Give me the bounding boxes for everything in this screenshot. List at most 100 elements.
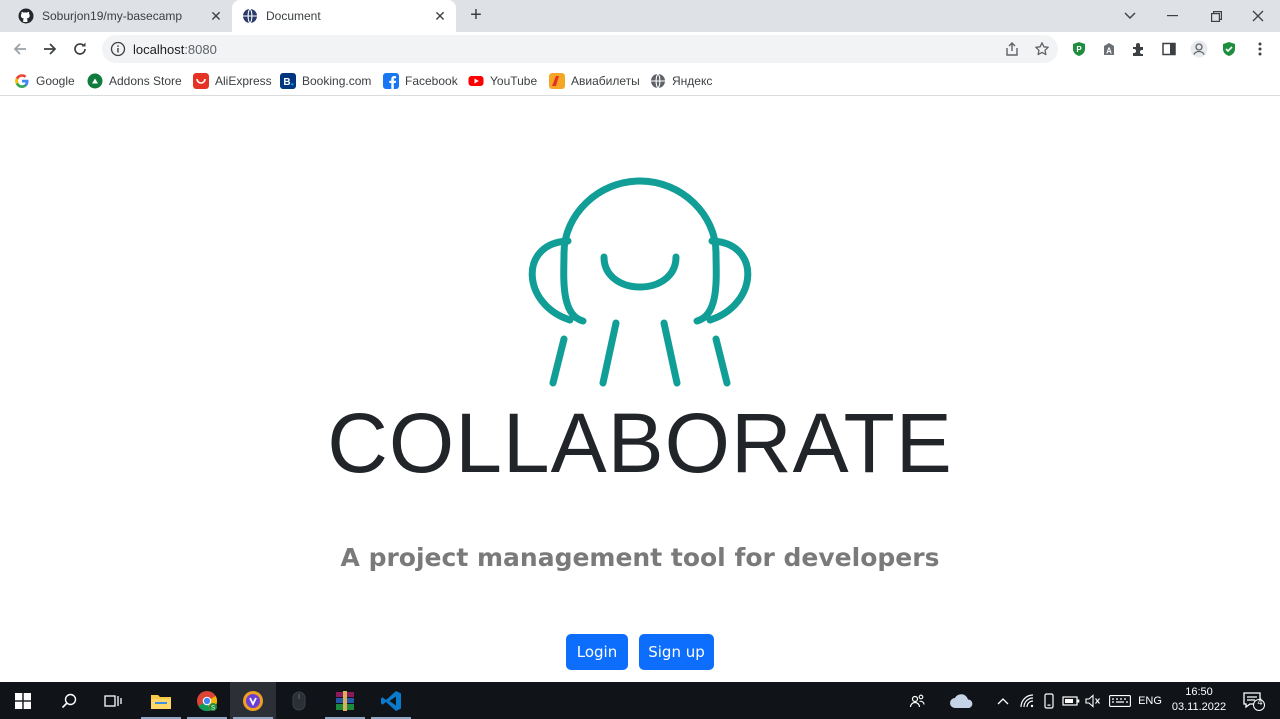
touch-keyboard-button[interactable]: [1106, 682, 1134, 719]
bookmark-youtube[interactable]: YouTube: [468, 71, 537, 91]
addons-store-icon: [87, 73, 103, 89]
tab-document[interactable]: Document ✕: [232, 0, 456, 32]
bookmark-addons-store[interactable]: Addons Store: [87, 71, 182, 91]
volume-muted-icon: [1085, 693, 1100, 708]
github-icon: [18, 8, 34, 24]
people-icon: [909, 694, 925, 707]
bookmark-label: Addons Store: [109, 74, 182, 88]
bookmark-label: AliExpress: [215, 74, 272, 88]
folder-icon: [151, 694, 171, 709]
action-center-button[interactable]: 4: [1236, 682, 1272, 719]
profile-avatar-icon[interactable]: [1190, 40, 1208, 58]
restore-button[interactable]: [1194, 0, 1238, 32]
bookmarks-bar: Google Addons Store AliExpress B Booking…: [0, 66, 1280, 96]
puzzle-extensions-icon[interactable]: [1131, 41, 1147, 57]
new-tab-button[interactable]: +: [466, 5, 486, 26]
taskbar-file-explorer[interactable]: [138, 682, 184, 719]
forward-button[interactable]: [38, 38, 62, 60]
shield-extension-icon[interactable]: P: [1071, 41, 1087, 57]
show-hidden-icons-button[interactable]: [994, 682, 1012, 719]
globe-icon: [651, 73, 665, 89]
system-clock[interactable]: 16:50 03.11.2022: [1166, 685, 1232, 717]
security-shield-icon[interactable]: [1221, 41, 1237, 57]
notification-count: 4: [1257, 697, 1263, 707]
menu-kebab-icon[interactable]: [1252, 41, 1268, 57]
svg-text:S: S: [211, 705, 215, 711]
close-tab-icon[interactable]: ✕: [432, 8, 448, 24]
bookmark-aliexpress[interactable]: AliExpress: [193, 71, 272, 91]
svg-text:B: B: [283, 77, 290, 88]
language-indicator[interactable]: ENG: [1136, 682, 1164, 719]
bookmark-label: Facebook: [405, 74, 458, 88]
bookmark-label: Авиабилеты: [571, 74, 640, 88]
arrow-right-icon: [44, 43, 57, 55]
task-view-button[interactable]: [90, 682, 136, 719]
side-panel-icon[interactable]: [1161, 41, 1177, 57]
svg-text:P: P: [1076, 45, 1082, 54]
onedrive-button[interactable]: [946, 682, 978, 719]
back-button[interactable]: [8, 38, 32, 60]
aliexpress-icon: [193, 73, 209, 89]
url-host: localhost: [133, 42, 185, 57]
tab-my-basecamp[interactable]: Soburjon19/my-basecamp ✕: [8, 0, 232, 32]
taskbar-chrome[interactable]: S: [184, 682, 230, 719]
bookmark-yandex[interactable]: Яндекс: [650, 71, 712, 91]
search-icon: [61, 693, 77, 708]
url-port: :8080: [184, 42, 217, 57]
device-button[interactable]: [1040, 682, 1058, 719]
tab-title: Soburjon19/my-basecamp: [42, 9, 183, 23]
winrar-icon: [336, 690, 354, 711]
task-view-icon: [104, 694, 122, 707]
chevron-down-icon: [1124, 12, 1136, 19]
volume-button[interactable]: [1083, 682, 1103, 719]
browser-app-icon: [243, 690, 263, 711]
bookmark-booking[interactable]: B Booking.com: [280, 71, 371, 91]
cloud-icon: [950, 693, 973, 708]
bookmark-label: Яндекс: [672, 74, 713, 88]
wifi-icon: [1020, 693, 1034, 707]
facebook-icon: [383, 73, 399, 89]
arrow-left-icon: [13, 43, 26, 55]
bookmark-label: Booking.com: [302, 74, 372, 88]
bookmark-label: Google: [36, 74, 75, 88]
keyboard-icon: [1109, 694, 1131, 707]
share-icon[interactable]: [1004, 41, 1020, 57]
address-bar[interactable]: localhost:8080: [102, 35, 1058, 63]
start-button[interactable]: [0, 682, 46, 719]
bookmark-google[interactable]: Google: [14, 71, 75, 91]
taskbar-browser-active[interactable]: [230, 682, 276, 719]
translate-extension-icon[interactable]: A: [1101, 41, 1117, 57]
login-button[interactable]: Login: [566, 634, 628, 670]
svg-text:A: A: [1106, 47, 1112, 56]
phone-icon: [1044, 692, 1054, 709]
star-icon[interactable]: [1034, 41, 1050, 57]
info-icon[interactable]: [110, 41, 126, 57]
network-button[interactable]: [1018, 682, 1036, 719]
signup-button[interactable]: Sign up: [639, 634, 714, 670]
battery-button[interactable]: [1061, 682, 1081, 719]
vscode-icon: [381, 690, 401, 711]
minimize-button[interactable]: [1150, 0, 1194, 32]
reload-button[interactable]: [68, 38, 92, 60]
aviasales-icon: [549, 73, 565, 89]
taskbar-mouse-app[interactable]: [276, 682, 322, 719]
search-button[interactable]: [46, 682, 92, 719]
battery-icon: [1062, 695, 1080, 706]
tab-search-button[interactable]: [1108, 0, 1152, 32]
minimize-icon: [1166, 15, 1178, 17]
tab-strip: Soburjon19/my-basecamp ✕ Document ✕ +: [0, 0, 1280, 32]
taskbar-vscode[interactable]: [368, 682, 414, 719]
clock-time: 16:50: [1185, 686, 1213, 698]
bookmark-aviasales[interactable]: Авиабилеты: [549, 71, 640, 91]
close-tab-icon[interactable]: ✕: [208, 8, 224, 24]
browser-toolbar: localhost:8080 P A: [0, 32, 1280, 66]
close-window-button[interactable]: [1236, 0, 1280, 32]
taskbar-winrar[interactable]: [322, 682, 368, 719]
tab-title: Document: [266, 9, 321, 23]
collaborate-logo-icon: [528, 177, 752, 387]
reload-icon: [74, 42, 86, 55]
people-button[interactable]: [904, 682, 930, 719]
bookmark-facebook[interactable]: Facebook: [383, 71, 458, 91]
tagline: A project management tool for developers: [340, 543, 940, 572]
bookmark-label: YouTube: [490, 74, 538, 88]
